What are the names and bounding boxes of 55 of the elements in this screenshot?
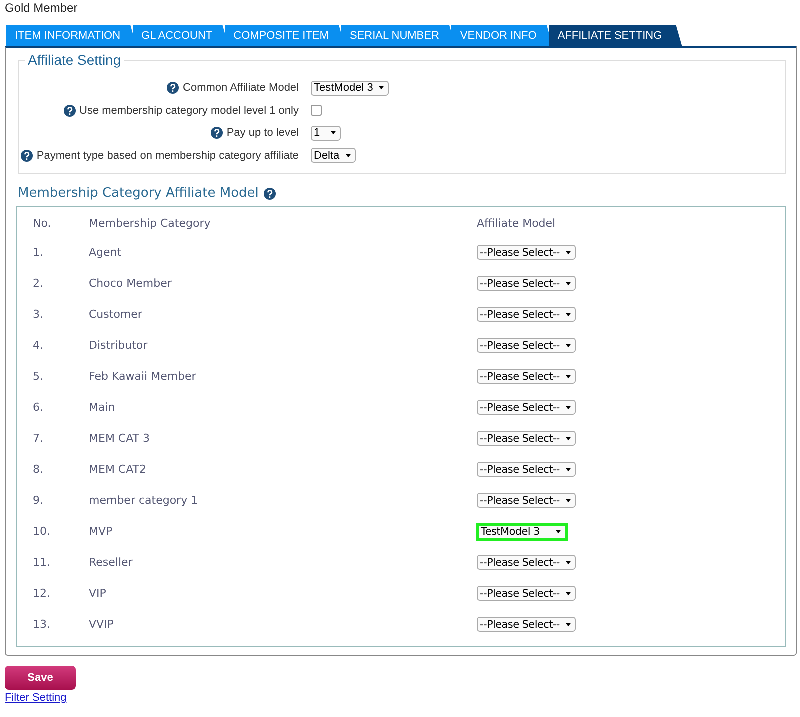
- select-field[interactable]: --Please Select--: [477, 493, 576, 508]
- table-cell-text: 4.: [33, 339, 44, 352]
- table-cell-text: MEM CAT 3: [89, 432, 151, 445]
- select-field[interactable]: --Please Select--: [477, 276, 576, 291]
- table-cell-text: 7.: [33, 432, 44, 445]
- field-label: Payment type based on membership category affiliate: [36, 150, 299, 162]
- select-field[interactable]: --Please Select--: [477, 245, 576, 260]
- field-label: Use membership category model level 1 only: [80, 104, 299, 117]
- filter-setting-link[interactable]: Filter Setting: [5, 692, 67, 704]
- table-cell-text: VVIP: [89, 618, 115, 631]
- table-cell-text: 2.: [33, 277, 44, 290]
- table-cell-text: Choco Member: [89, 277, 173, 290]
- table-cell-text: VIP: [89, 587, 108, 600]
- table-cell-text: 3.: [33, 308, 44, 321]
- table-cell-text: 11.: [33, 556, 52, 569]
- table-cell-text: 13.: [33, 618, 52, 631]
- column-header: No.: [33, 216, 52, 230]
- save-button[interactable]: Save: [5, 666, 76, 690]
- field-label: Pay up to level: [226, 127, 299, 140]
- table-cell-text: 10.: [33, 525, 52, 538]
- table-cell-text: Reseller: [89, 556, 134, 569]
- table-cell-text: Feb Kawaii Member: [89, 370, 198, 383]
- select-field[interactable]: --Please Select--: [477, 307, 576, 322]
- table-cell-text: Distributor: [89, 339, 149, 352]
- select-field[interactable]: --Please Select--: [477, 617, 576, 632]
- table-cell-text: Main: [89, 401, 116, 414]
- table-cell-text: 1.: [33, 246, 44, 259]
- tab[interactable]: AFFILIATE SETTING: [548, 25, 682, 46]
- select-field[interactable]: --Please Select--: [477, 555, 576, 570]
- group-legend: Affiliate Setting: [25, 52, 124, 68]
- page-title: Gold Member: [5, 0, 79, 17]
- select-field[interactable]: Delta: [311, 148, 356, 164]
- column-header: Membership Category: [89, 216, 212, 230]
- select-field[interactable]: --Please Select--: [477, 431, 576, 446]
- column-header: Affiliate Model: [477, 216, 557, 230]
- select-field[interactable]: 1: [311, 126, 341, 141]
- table-cell-text: MVP: [89, 525, 114, 538]
- table-cell-text: Agent: [89, 246, 123, 259]
- table-cell-text: 8.: [33, 463, 44, 476]
- select-field[interactable]: --Please Select--: [477, 462, 576, 477]
- table-cell-text: 12.: [33, 587, 52, 600]
- table-cell-text: 6.: [33, 401, 44, 414]
- select-field[interactable]: TestModel 3: [311, 80, 390, 96]
- table-cell-text: member category 1: [89, 494, 200, 507]
- select-field[interactable]: --Please Select--: [477, 400, 576, 415]
- select-field[interactable]: --Please Select--: [477, 369, 576, 384]
- table-cell-text: Customer: [89, 308, 144, 321]
- field-label: Common Affiliate Model: [183, 82, 299, 94]
- select-field[interactable]: --Please Select--: [477, 586, 576, 601]
- table-cell-text: 5.: [33, 370, 44, 383]
- table-cell-text: MEM CAT2: [89, 463, 148, 476]
- section-heading: Membership Category Affiliate Model: [18, 186, 259, 201]
- select-field[interactable]: --Please Select--: [477, 338, 576, 353]
- table-cell-text: 9.: [33, 494, 44, 507]
- select-field[interactable]: TestModel 3: [476, 522, 568, 540]
